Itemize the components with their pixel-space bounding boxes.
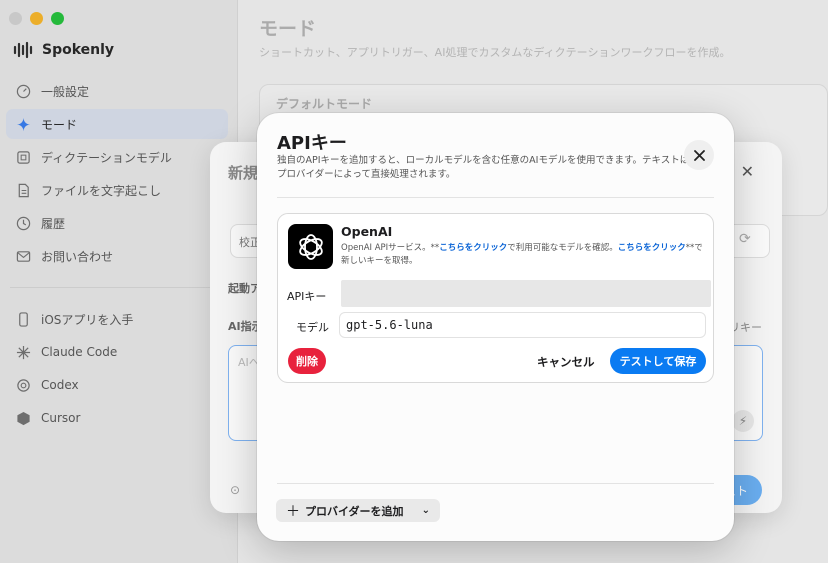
- bolt-icon[interactable]: ⚡: [732, 410, 754, 432]
- api-key-dialog: APIキー 独自のAPIキーを追加すると、ローカルモデルを含む任意のAIモデルを…: [257, 113, 734, 541]
- refresh-icon[interactable]: ⟳: [739, 231, 761, 253]
- dialog-title: APIキー: [277, 133, 347, 154]
- close-icon: [693, 149, 705, 161]
- close-button[interactable]: [684, 140, 714, 170]
- add-provider-button[interactable]: ＋ プロバイダーを追加 ⌄: [276, 499, 440, 522]
- add-provider-label: プロバイダーを追加: [305, 504, 404, 518]
- plus-icon: ＋: [286, 503, 300, 520]
- new-key-link[interactable]: こちらをクリック: [618, 243, 686, 253]
- model-label: モデル: [296, 321, 329, 334]
- divider: [277, 483, 714, 484]
- api-key-input[interactable]: [341, 280, 711, 307]
- delete-button[interactable]: 削除: [288, 348, 326, 374]
- chevron-down-icon: ⌄: [421, 505, 430, 516]
- api-key-label: APIキー: [287, 290, 327, 303]
- new-mode-title: 新規: [228, 164, 259, 182]
- desc-prefix: OpenAI APIサービス。**: [341, 243, 440, 253]
- provider-card-openai: OpenAI OpenAI APIサービス。**こちらをクリックで利用可能なモデ…: [277, 213, 714, 383]
- dialog-description: 独自のAPIキーを追加すると、ローカルモデルを含む任意のAIモデルを使用できます…: [277, 155, 690, 180]
- provider-name: OpenAI: [341, 224, 393, 239]
- openai-logo-icon: [288, 224, 333, 269]
- info-icon: ⊙: [230, 483, 241, 497]
- models-link[interactable]: こちらをクリック: [439, 243, 507, 253]
- model-input[interactable]: gpt-5.6-luna: [339, 312, 706, 338]
- close-icon[interactable]: ✕: [741, 162, 754, 181]
- desc-mid: で利用可能なモデルを確認。: [507, 243, 618, 253]
- test-and-save-button[interactable]: テストして保存: [610, 348, 706, 374]
- cancel-button[interactable]: キャンセル: [537, 354, 595, 370]
- provider-description: OpenAI APIサービス。**こちらをクリックで利用可能なモデルを確認。こち…: [341, 242, 706, 268]
- divider: [277, 197, 714, 198]
